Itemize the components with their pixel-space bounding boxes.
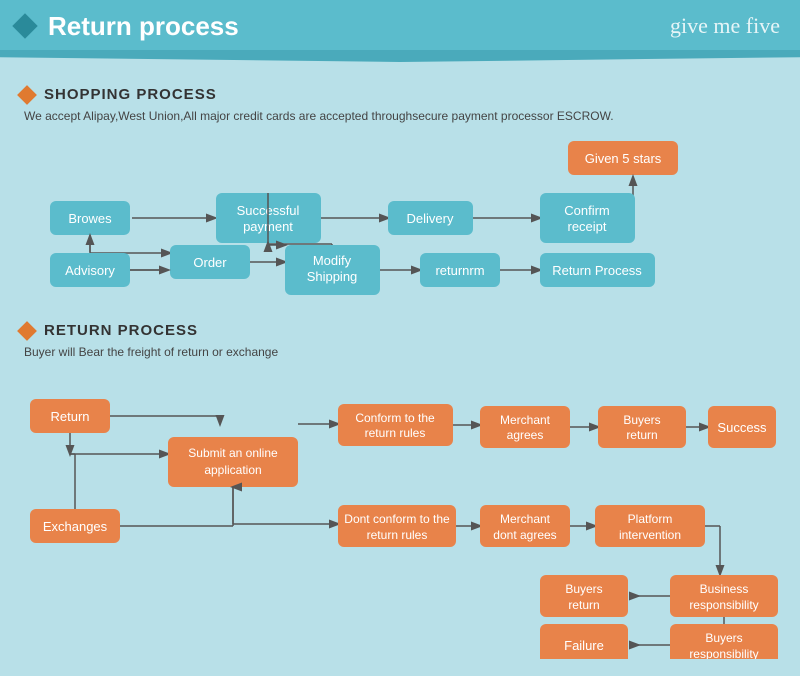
svg-text:Platform: Platform [628, 512, 673, 526]
svg-text:Dont conform to the: Dont conform to the [344, 512, 450, 526]
svg-text:Delivery: Delivery [407, 211, 454, 226]
svg-text:Buyers: Buyers [705, 631, 742, 645]
svg-text:Given 5 stars: Given 5 stars [585, 151, 662, 166]
return-description: Buyer will Bear the freight of return or… [24, 345, 780, 359]
svg-text:responsibility: responsibility [689, 598, 758, 612]
svg-text:Buyers: Buyers [623, 413, 660, 427]
svg-text:return rules: return rules [367, 528, 428, 542]
svg-text:return rules: return rules [365, 426, 426, 440]
return-diamond [17, 321, 37, 341]
header-logo: give me five [670, 13, 780, 39]
svg-text:dont agrees: dont agrees [493, 528, 556, 542]
svg-text:Modify: Modify [313, 253, 352, 268]
svg-text:intervention: intervention [619, 528, 681, 542]
return-svg: Return Submit an online application Conf… [20, 369, 780, 659]
svg-text:Success: Success [717, 420, 767, 435]
svg-text:Return Process: Return Process [552, 263, 642, 278]
return-section-header: RETURN PROCESS [20, 322, 780, 339]
svg-text:responsibility: responsibility [689, 647, 758, 659]
shopping-description: We accept Alipay,West Union,All major cr… [24, 109, 780, 123]
svg-text:agrees: agrees [507, 428, 544, 442]
header-diamond [12, 13, 37, 38]
header-title: Return process [48, 11, 239, 42]
svg-text:Merchant: Merchant [500, 512, 551, 526]
svg-text:Advisory: Advisory [65, 263, 115, 278]
svg-text:receipt: receipt [567, 219, 606, 234]
shopping-section-header: SHOPPING PROCESS [20, 86, 780, 103]
svg-text:Submit an online: Submit an online [188, 446, 278, 460]
shopping-diamond [17, 85, 37, 105]
svg-text:Conform to the: Conform to the [355, 411, 435, 425]
svg-text:application: application [204, 463, 261, 477]
svg-text:returnrm: returnrm [435, 263, 484, 278]
svg-text:Order: Order [193, 255, 227, 270]
svg-text:return: return [568, 598, 599, 612]
svg-text:Return: Return [50, 409, 89, 424]
svg-text:return: return [626, 428, 657, 442]
svg-text:Failure: Failure [564, 638, 604, 653]
return-flow-diagram: Return Submit an online application Conf… [20, 369, 780, 659]
svg-text:Exchanges: Exchanges [43, 519, 108, 534]
svg-text:Business: Business [700, 582, 749, 596]
shopping-svg: Given 5 stars Browes Successful payment … [20, 133, 780, 303]
header: Return process give me five [0, 0, 800, 52]
return-title: RETURN PROCESS [44, 322, 198, 339]
shopping-flow-diagram: Given 5 stars Browes Successful payment … [20, 133, 780, 308]
svg-text:Buyers: Buyers [565, 582, 602, 596]
svg-text:Browes: Browes [68, 211, 112, 226]
svg-text:Confirm: Confirm [564, 203, 610, 218]
shopping-title: SHOPPING PROCESS [44, 86, 217, 103]
svg-text:Merchant: Merchant [500, 413, 551, 427]
svg-text:Shipping: Shipping [307, 269, 358, 284]
